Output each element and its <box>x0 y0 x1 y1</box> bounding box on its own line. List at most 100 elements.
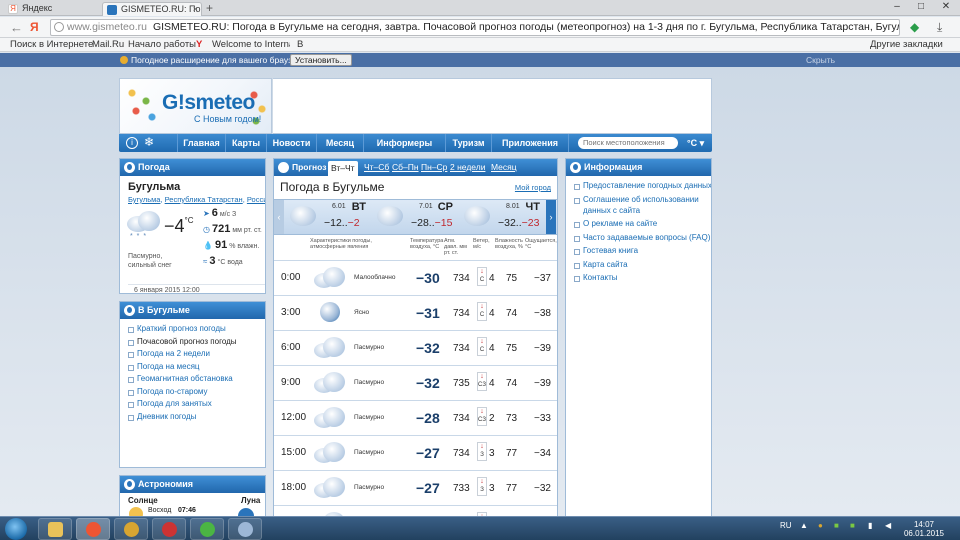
link-data-provision[interactable]: Предоставление погодных данных <box>574 180 711 191</box>
menu-tourism[interactable]: Туризм <box>445 134 491 152</box>
yandex-browser-taskbar-button[interactable] <box>76 518 110 540</box>
start-button-icon[interactable] <box>5 518 27 540</box>
app-taskbar-button[interactable] <box>114 518 148 540</box>
menu-main[interactable]: Главная <box>177 134 225 152</box>
bookmark-start[interactable]: Начало работы <box>128 38 196 51</box>
link-month[interactable]: Погода на месяц <box>128 361 265 374</box>
confetti-icon <box>124 83 158 123</box>
mail-agent-taskbar-button[interactable] <box>190 518 224 540</box>
minimize-icon[interactable]: – <box>886 0 908 14</box>
prev-arrow-icon[interactable]: ‹ <box>274 200 284 234</box>
bookmark-search[interactable]: Поиск в Интернете <box>10 38 93 51</box>
my-city-link[interactable]: Мой город <box>515 183 551 192</box>
link-terms[interactable]: Соглашение об использовании данных с сай… <box>574 194 711 216</box>
downloads-icon[interactable]: ⤓ <box>937 19 942 36</box>
snowflake-icon[interactable]: ❄ <box>143 136 155 149</box>
link-contacts[interactable]: Контакты <box>574 272 711 283</box>
menu-news[interactable]: Новости <box>266 134 316 152</box>
astronomy-box: Астрономия Солнце Луна Восход 07:46 <box>119 475 266 520</box>
tab-month[interactable]: Месяц <box>491 159 517 176</box>
link-faq[interactable]: Часто задаваемые вопросы (FAQ) <box>574 232 711 243</box>
tray-app-icon[interactable]: ● <box>818 521 823 530</box>
system-clock[interactable]: 14:07 06.01.2015 <box>903 520 945 538</box>
volume-icon[interactable]: ◀ <box>885 521 891 530</box>
show-hidden-icons-icon[interactable]: ▲ <box>800 521 808 530</box>
bookmark-v[interactable]: В <box>297 38 303 51</box>
tab-yandex[interactable]: Я Яндекс <box>4 2 99 16</box>
menu-informers[interactable]: Информеры <box>363 134 445 152</box>
row-time: 6:00 <box>281 342 301 353</box>
row-feels: −37 <box>534 273 551 284</box>
install-button[interactable]: Установить... <box>290 54 352 66</box>
tray-app-icon[interactable]: ■ <box>850 521 855 530</box>
row-temp: −32 <box>416 340 440 356</box>
row-condition: Пасмурно <box>354 379 385 386</box>
link-hourly-forecast[interactable]: Почасовой прогноз погоды <box>128 336 265 349</box>
link-advertising[interactable]: О рекламе на сайте <box>574 218 711 229</box>
link-guestbook[interactable]: Гостевая книга <box>574 245 711 256</box>
yandex-button-icon[interactable]: Я <box>30 19 39 36</box>
region-link[interactable]: Бугульма <box>128 195 160 204</box>
tab-two-weeks[interactable]: 2 недели <box>450 159 485 176</box>
tab-gismeteo[interactable]: GISMETEO.RU: Погода × <box>102 2 202 16</box>
link-busy[interactable]: Погода для занятых <box>128 398 265 411</box>
app-taskbar-button[interactable] <box>152 518 186 540</box>
bookmark-welcome[interactable]: Welcome to Internat <box>212 38 290 51</box>
ad-banner <box>273 78 712 134</box>
tab-mon-wed[interactable]: Пн–Ср <box>421 159 447 176</box>
wind-readout: ➤ 6 м/с З <box>203 207 237 219</box>
close-window-icon[interactable]: ✕ <box>935 0 957 14</box>
tray-app-icon[interactable]: ■ <box>834 521 839 530</box>
other-bookmarks[interactable]: Другие закладки <box>870 38 943 51</box>
link-old-style[interactable]: Погода по-старому <box>128 386 265 399</box>
language-indicator[interactable]: RU <box>780 521 792 530</box>
region-link[interactable]: Республика Татарстан <box>165 195 243 204</box>
day-weekday: ВТ <box>351 201 366 213</box>
wind-direction-icon: ↓ СЗ <box>477 407 487 426</box>
link-geomagnetic[interactable]: Геомагнитная обстановка <box>128 373 265 386</box>
new-tab-icon[interactable]: + <box>206 1 213 15</box>
tab-sat-mon[interactable]: Сб–Пн <box>392 159 419 176</box>
row-humidity: 74 <box>506 308 518 319</box>
protect-icon[interactable]: ◆ <box>910 19 919 36</box>
page-info-icon[interactable] <box>54 22 64 32</box>
explorer-taskbar-button[interactable] <box>38 518 72 540</box>
tab-tue-thu[interactable]: Вт–Чт <box>328 161 358 176</box>
row-wind: 4 <box>489 378 495 389</box>
current-temp: −4°C <box>164 216 194 236</box>
humidity-readout: 💧 91% влажн. <box>203 239 260 251</box>
hide-link[interactable]: Скрыть <box>806 53 835 67</box>
day-card[interactable]: 8.01 ЧТ −32..−23 <box>458 200 543 234</box>
network-icon[interactable]: ▮ <box>868 521 872 530</box>
paint-taskbar-button[interactable] <box>228 518 262 540</box>
menu-apps[interactable]: Приложения <box>491 134 569 152</box>
url-field[interactable]: www.gismeteo.ru GISMETEO.RU: Погода в Буг… <box>50 19 900 36</box>
row-condition: Пасмурно <box>354 344 385 351</box>
menu-month[interactable]: Месяц <box>316 134 363 152</box>
region-link[interactable]: Россия <box>247 195 265 204</box>
logo-greeting: С Новым годом! <box>194 114 262 124</box>
row-time: 9:00 <box>281 377 301 388</box>
day-card[interactable]: 6.01 ВТ −12..−2 <box>284 200 369 234</box>
forecast-row: 6:00 Пасмурно −32 734 ↓ С 4 75 −39 <box>274 330 557 365</box>
location-search-input[interactable] <box>578 137 678 149</box>
day-date: 6.01 <box>332 203 346 210</box>
menu-maps[interactable]: Карты <box>225 134 266 152</box>
link-diary[interactable]: Дневник погоды <box>128 411 265 424</box>
tab-thu-sat[interactable]: Чт–Сб <box>364 159 389 176</box>
next-arrow-icon[interactable]: › <box>546 200 556 234</box>
pressure-readout: ◷ 721 мм рт. ст. <box>203 223 262 235</box>
unit-select[interactable]: °C ▾ <box>687 134 704 152</box>
info-circle-icon[interactable]: i <box>126 137 138 149</box>
back-icon[interactable]: ← <box>10 19 23 36</box>
cloud-icon <box>464 206 490 226</box>
link-two-weeks[interactable]: Погода на 2 недели <box>128 348 265 361</box>
close-tab-icon[interactable]: × <box>193 3 198 16</box>
link-short-forecast[interactable]: Краткий прогноз погоды <box>128 323 265 336</box>
day-card[interactable]: 7.01 СР −28..−15 <box>371 200 456 234</box>
site-logo[interactable]: G!smeteo С Новым годом! <box>119 78 272 134</box>
yandex-y-icon: Y <box>196 39 203 50</box>
maximize-icon[interactable]: □ <box>910 0 932 14</box>
link-sitemap[interactable]: Карта сайта <box>574 259 711 270</box>
bookmark-mailru[interactable]: Mail.Ru <box>92 38 124 51</box>
